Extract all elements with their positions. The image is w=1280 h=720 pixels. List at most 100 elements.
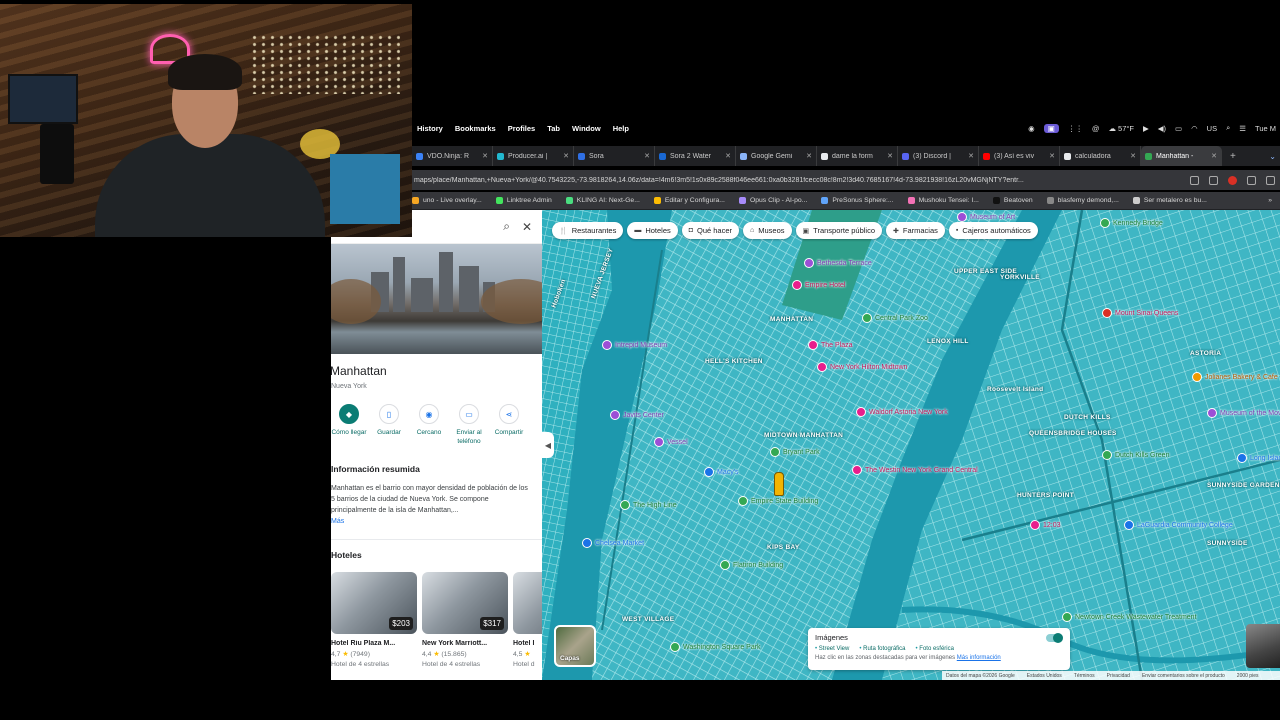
hotel-card[interactable]: Hotel I 4,5 ★ Hotel d <box>513 572 542 668</box>
close-tab-icon[interactable]: ✕ <box>968 152 974 160</box>
tab[interactable]: Manhattan - ✕ <box>1141 146 1222 166</box>
poi-marker[interactable]: Washington Square Park <box>670 642 761 652</box>
photo-route-option[interactable]: Ruta fotográfica <box>859 646 905 652</box>
menu-history[interactable]: History <box>417 124 443 133</box>
play-icon[interactable]: ▶ <box>1143 124 1149 133</box>
tab[interactable]: Producer.ai | ✕ <box>493 146 574 166</box>
poi-marker[interactable]: Macy's <box>704 467 739 477</box>
collapse-panel-button[interactable]: ◀ <box>542 432 554 458</box>
poi-marker[interactable]: The Westin New York Grand Central <box>852 465 978 475</box>
tab[interactable]: Google Gemi ✕ <box>736 146 817 166</box>
url-field[interactable]: maps/place/Manhattan,+Nueva+York/@40.754… <box>414 177 1185 184</box>
bookmark-item[interactable]: Mushoku Tensei: I... <box>907 197 979 204</box>
at-icon[interactable]: @ <box>1092 124 1100 133</box>
new-tab-icon[interactable]: + <box>1230 151 1236 162</box>
chip-bed[interactable]: ▬ Hoteles <box>627 222 678 239</box>
place-photo[interactable] <box>331 244 542 354</box>
record-icon[interactable]: ◉ <box>1028 124 1035 133</box>
action-share[interactable]: ⋖ Compartir <box>489 404 529 446</box>
close-tab-icon[interactable]: ✕ <box>644 152 650 160</box>
pegman-icon[interactable] <box>774 472 784 496</box>
menu-help[interactable]: Help <box>613 124 629 133</box>
map-canvas[interactable]: 🍴 Restaurantes ▬ Hoteles ◘ Qué hacer ⌂ Museos ▣ T… <box>542 210 1280 680</box>
menu-bookmarks[interactable]: Bookmarks <box>455 124 496 133</box>
grid-icon[interactable]: ⋮⋮ <box>1068 124 1083 133</box>
tab[interactable]: VDO.Ninja: R ✕ <box>412 146 493 166</box>
more-link[interactable]: Más <box>331 518 344 525</box>
action-directions[interactable]: ◆ Cómo llegar <box>331 404 369 446</box>
bookmark-item[interactable]: PreSonus Sphere:... <box>821 197 894 204</box>
poi-marker[interactable]: The Plaza <box>808 340 853 350</box>
tab[interactable]: (3) Así es viv ✕ <box>979 146 1060 166</box>
footer-item[interactable]: Estados Unidos <box>1027 673 1062 679</box>
close-tab-icon[interactable]: ✕ <box>1049 152 1055 160</box>
poi-marker[interactable]: Dutch Kills Green <box>1102 450 1169 460</box>
sidepanel-icon[interactable] <box>1266 175 1275 185</box>
chip-pharmacy[interactable]: ✚ Farmacias <box>886 222 945 239</box>
poi-marker[interactable]: Intrepid Museum <box>602 340 667 350</box>
poi-marker[interactable]: Museum of the Moving Image <box>1207 408 1280 418</box>
volume-icon[interactable]: ◀) <box>1158 124 1166 133</box>
poi-marker[interactable]: Empire State Building <box>738 496 818 506</box>
poi-marker[interactable]: Jolianes Bakery & Cafe <box>1192 372 1278 382</box>
poi-marker[interactable]: Empire Hotel <box>792 280 845 290</box>
street-view-option[interactable]: Street View <box>815 646 850 652</box>
poi-marker[interactable]: Javits Center <box>610 410 664 420</box>
close-tab-icon[interactable]: ✕ <box>887 152 893 160</box>
star-icon[interactable] <box>1209 175 1218 185</box>
menu-profiles[interactable]: Profiles <box>508 124 536 133</box>
bookmark-item[interactable]: Editar y Configura... <box>653 197 725 204</box>
footer-item[interactable]: Términos <box>1074 673 1095 679</box>
poi-marker[interactable]: The High Line <box>620 500 677 510</box>
imagery-toggle[interactable] <box>1046 633 1063 643</box>
close-tab-icon[interactable]: ✕ <box>1130 152 1136 160</box>
wifi-icon[interactable]: ◠ <box>1191 124 1198 133</box>
hotel-card[interactable]: $203 Hotel Riu Plaza M... 4,7 ★ (7949) Hote… <box>331 572 417 668</box>
bookmark-item[interactable]: uno - Live overlay... <box>412 197 482 204</box>
input-source-badge[interactable]: US <box>1207 124 1217 133</box>
poi-marker[interactable]: Bethesda Terrace <box>804 258 872 268</box>
footer-item[interactable]: 2000 pies <box>1237 673 1259 679</box>
street-view-thumbnail[interactable] <box>1246 624 1280 668</box>
install-icon[interactable] <box>1190 175 1199 185</box>
search-icon[interactable]: ⌕ <box>503 219 510 234</box>
bookmark-item[interactable]: Beatoven <box>992 197 1033 204</box>
bookmark-item[interactable]: KLING AI: Next-Ge... <box>565 197 640 204</box>
extension-record-icon[interactable] <box>1228 175 1237 185</box>
tab[interactable]: dame la form ✕ <box>817 146 898 166</box>
close-tab-icon[interactable]: ✕ <box>563 152 569 160</box>
chip-museum[interactable]: ⌂ Museos <box>743 222 792 239</box>
poi-marker[interactable]: Newtown Creek Wastewater Treatment <box>1062 612 1197 622</box>
close-tab-icon[interactable]: ✕ <box>725 152 731 160</box>
poi-marker[interactable]: Central Park Zoo <box>862 313 928 323</box>
screen-share-icon[interactable]: ▣ <box>1043 123 1059 133</box>
poi-marker[interactable]: Mount Sinai Queens <box>1102 308 1178 318</box>
control-center-icon[interactable]: ☰ <box>1239 124 1246 133</box>
poi-marker[interactable]: 12:03 <box>1030 520 1061 530</box>
poi-marker[interactable]: Vessel <box>654 437 688 447</box>
poi-marker[interactable]: LaGuardia Community College <box>1124 520 1233 530</box>
poi-marker[interactable]: Bryant Park <box>770 447 820 457</box>
bookmark-item[interactable]: Ser metalero es bu... <box>1132 197 1207 204</box>
bookmark-item[interactable]: Linktree Admin <box>495 197 552 204</box>
tab[interactable]: Sora 2 Water ✕ <box>655 146 736 166</box>
poi-marker[interactable]: Chelsea Market <box>582 538 644 548</box>
photosphere-option[interactable]: Foto esférica <box>916 646 954 652</box>
chip-fork[interactable]: 🍴 Restaurantes <box>552 222 624 239</box>
display-icon[interactable]: ▭ <box>1175 124 1182 133</box>
close-tab-icon[interactable]: ✕ <box>482 152 488 160</box>
menu-tab[interactable]: Tab <box>547 124 560 133</box>
chip-atm[interactable]: ▪ Cajeros automáticos <box>948 222 1038 239</box>
action-phone[interactable]: ▭ Enviar al teléfono <box>449 404 489 446</box>
poi-marker[interactable]: Kennedy Bridge <box>1100 218 1163 228</box>
tab[interactable]: calculadora ✕ <box>1060 146 1141 166</box>
tab[interactable]: Sora ✕ <box>574 146 655 166</box>
poi-marker[interactable]: Waldorf Astoria New York <box>856 407 948 417</box>
search-icon[interactable]: ⌕ <box>1226 123 1230 133</box>
poi-marker[interactable]: New York Hilton Midtown <box>817 362 907 372</box>
action-nearby[interactable]: ◉ Cercano <box>409 404 449 446</box>
extensions-icon[interactable] <box>1247 175 1256 185</box>
close-icon[interactable]: ✕ <box>522 220 532 234</box>
chip-camera[interactable]: ◘ Qué hacer <box>681 222 740 239</box>
close-tab-icon[interactable]: ✕ <box>806 152 812 160</box>
